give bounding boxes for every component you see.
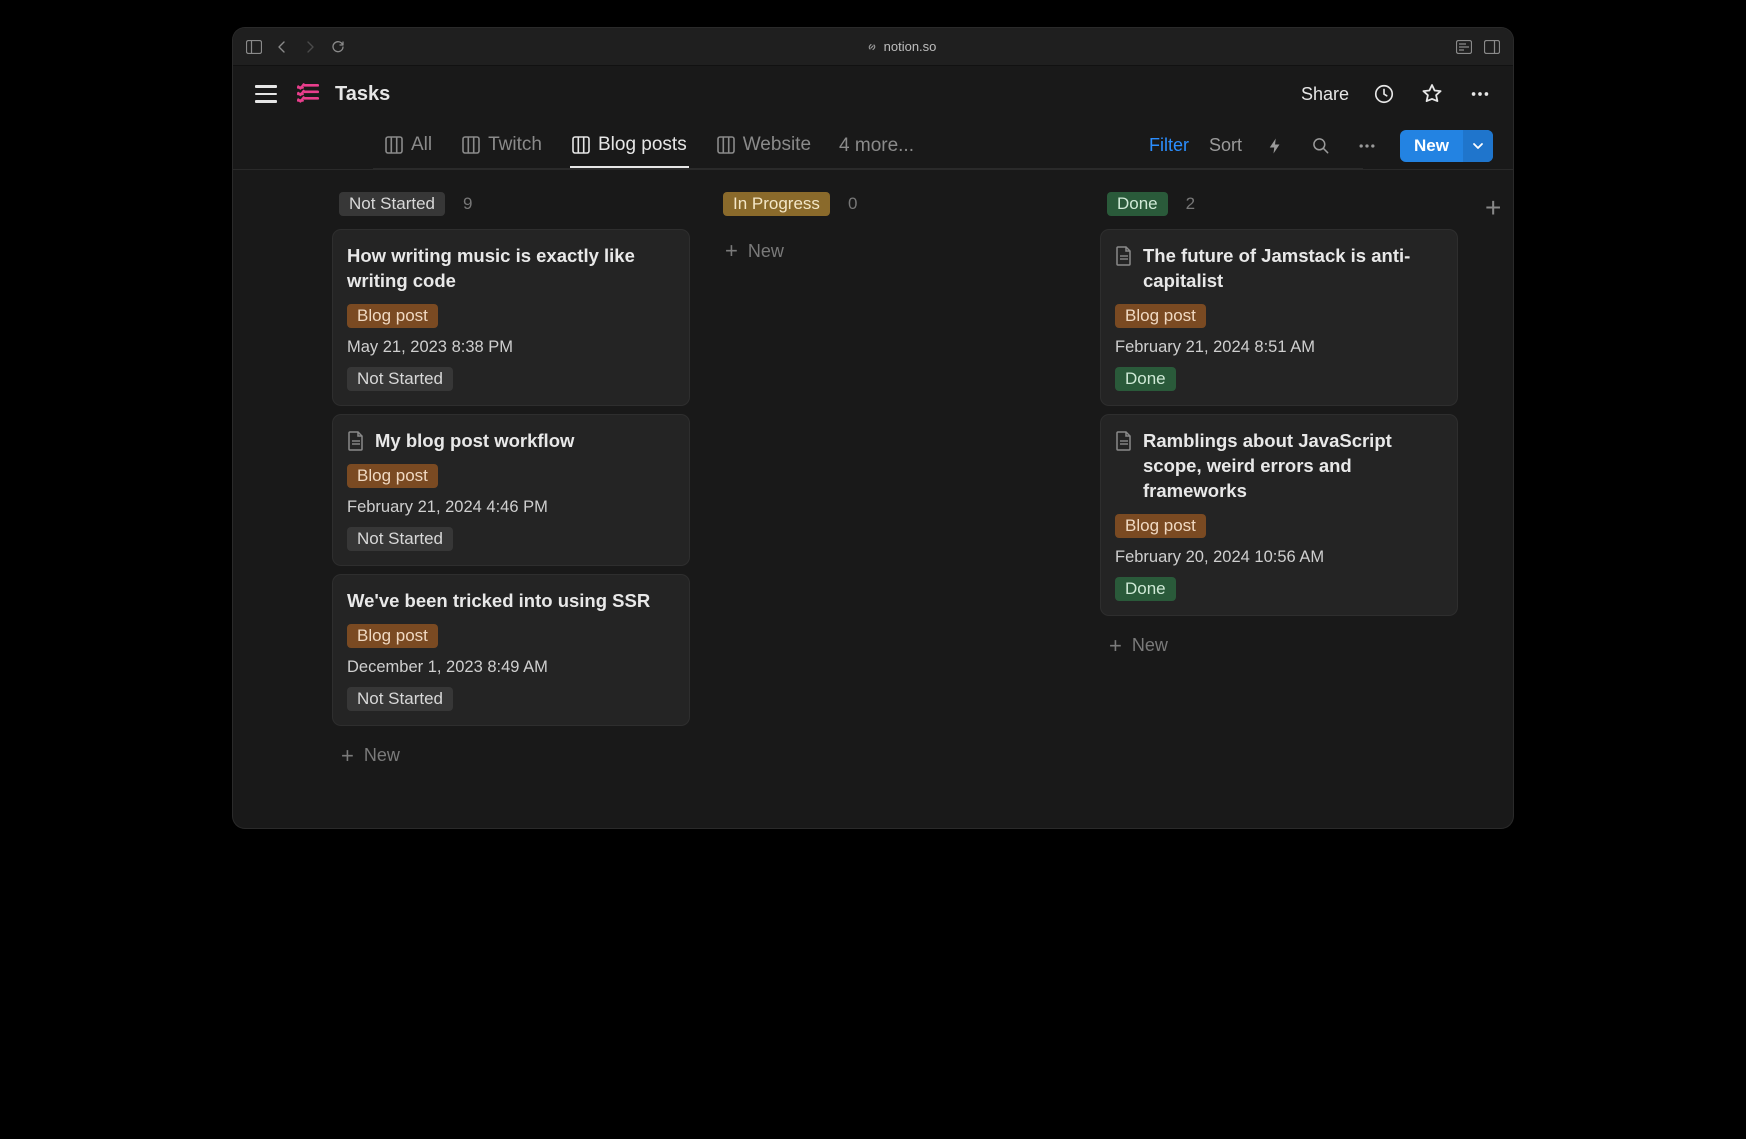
page-doc-icon [1115, 431, 1133, 504]
new-button-dropdown[interactable] [1463, 130, 1493, 162]
tab-website[interactable]: Website [715, 124, 813, 168]
add-card-label: New [1132, 635, 1168, 656]
column-header: Not Started 9 [333, 188, 689, 230]
card[interactable]: The future of Jamstack is anti-capitalis… [1101, 230, 1457, 405]
card-title: The future of Jamstack is anti-capitalis… [1143, 244, 1443, 294]
page-title[interactable]: Tasks [335, 83, 390, 106]
tab-twitch[interactable]: Twitch [460, 124, 544, 168]
add-card-label: New [748, 241, 784, 262]
tab-label: Website [743, 134, 811, 156]
column-count: 2 [1186, 194, 1195, 214]
column-status-pill[interactable]: Done [1107, 192, 1168, 216]
url-bar[interactable]: notion.so [866, 39, 937, 54]
card-status: Not Started [347, 687, 453, 711]
app-bar: Tasks Share [233, 66, 1513, 122]
new-button[interactable]: New [1400, 130, 1493, 162]
updates-icon[interactable] [1371, 81, 1397, 107]
card[interactable]: We've been tricked into using SSR Blog po… [333, 575, 689, 725]
card-title: We've been tricked into using SSR [347, 589, 650, 614]
sidebar-toggle-icon[interactable] [245, 38, 263, 56]
card-title: Ramblings about JavaScript scope, weird … [1143, 429, 1443, 504]
board: Not Started 9 How writing music is exactly… [233, 170, 1513, 828]
reload-icon[interactable] [329, 38, 347, 56]
add-card-button[interactable]: + New [717, 230, 1073, 272]
add-card-button[interactable]: + New [1101, 625, 1457, 667]
back-icon[interactable] [273, 38, 291, 56]
tab-label: All [411, 134, 432, 156]
search-icon[interactable] [1308, 133, 1334, 159]
forward-icon [301, 38, 319, 56]
new-button-label: New [1400, 130, 1463, 162]
filter-button[interactable]: Filter [1149, 135, 1189, 156]
card-tag: Blog post [347, 304, 438, 328]
column-status-pill[interactable]: In Progress [723, 192, 830, 216]
column-in-progress: In Progress 0 + New [717, 188, 1073, 808]
menu-button[interactable] [251, 81, 281, 107]
plus-icon: + [341, 745, 354, 767]
card-status: Done [1115, 577, 1176, 601]
tab-blog-posts[interactable]: Blog posts [570, 124, 689, 168]
column-not-started: Not Started 9 How writing music is exactly… [333, 188, 689, 808]
tab-label: Blog posts [598, 134, 687, 156]
add-card-label: New [364, 745, 400, 766]
view-options-icon[interactable] [1354, 133, 1380, 159]
more-icon[interactable] [1467, 81, 1493, 107]
card-tag: Blog post [1115, 304, 1206, 328]
app-window: notion.so Tasks Share [233, 28, 1513, 828]
card-date: February 21, 2024 8:51 AM [1115, 338, 1443, 357]
automation-icon[interactable] [1262, 133, 1288, 159]
card-tag: Blog post [347, 464, 438, 488]
browser-chrome: notion.so [233, 28, 1513, 66]
url-host: notion.so [884, 39, 937, 54]
sort-button[interactable]: Sort [1209, 135, 1242, 156]
add-card-button[interactable]: + New [333, 735, 689, 777]
tab-all[interactable]: All [383, 124, 434, 168]
page-doc-icon [347, 431, 365, 454]
card-status: Not Started [347, 527, 453, 551]
card-date: May 21, 2023 8:38 PM [347, 338, 675, 357]
card-title: How writing music is exactly like writin… [347, 244, 675, 294]
column-header: In Progress 0 [717, 188, 1073, 230]
card-date: December 1, 2023 8:49 AM [347, 658, 675, 677]
tabs-icon[interactable] [1483, 38, 1501, 56]
page-doc-icon [1115, 246, 1133, 294]
card[interactable]: Ramblings about JavaScript scope, weird … [1101, 415, 1457, 615]
card-tag: Blog post [1115, 514, 1206, 538]
tab-label: Twitch [488, 134, 542, 156]
card-tag: Blog post [347, 624, 438, 648]
add-column-button[interactable]: + [1485, 188, 1501, 808]
column-count: 9 [463, 194, 472, 214]
favorite-icon[interactable] [1419, 81, 1445, 107]
column-done: Done 2 The future of Jamstack is anti-capi… [1101, 188, 1457, 808]
card-status: Not Started [347, 367, 453, 391]
card-date: February 20, 2024 10:56 AM [1115, 548, 1443, 567]
column-status-pill[interactable]: Not Started [339, 192, 445, 216]
plus-icon: + [725, 240, 738, 262]
card[interactable]: My blog post workflow Blog post February 2… [333, 415, 689, 565]
card[interactable]: How writing music is exactly like writin… [333, 230, 689, 405]
card-title: My blog post workflow [375, 429, 574, 454]
column-header: Done 2 [1101, 188, 1457, 230]
tabs-overflow[interactable]: 4 more... [839, 135, 914, 157]
card-status: Done [1115, 367, 1176, 391]
reader-icon[interactable] [1455, 38, 1473, 56]
view-tabs: All Twitch Blog posts Website 4 more... Fil… [233, 122, 1513, 170]
card-date: February 21, 2024 4:46 PM [347, 498, 675, 517]
plus-icon: + [1109, 635, 1122, 657]
share-button[interactable]: Share [1301, 84, 1349, 105]
column-count: 0 [848, 194, 857, 214]
page-icon [295, 81, 321, 107]
